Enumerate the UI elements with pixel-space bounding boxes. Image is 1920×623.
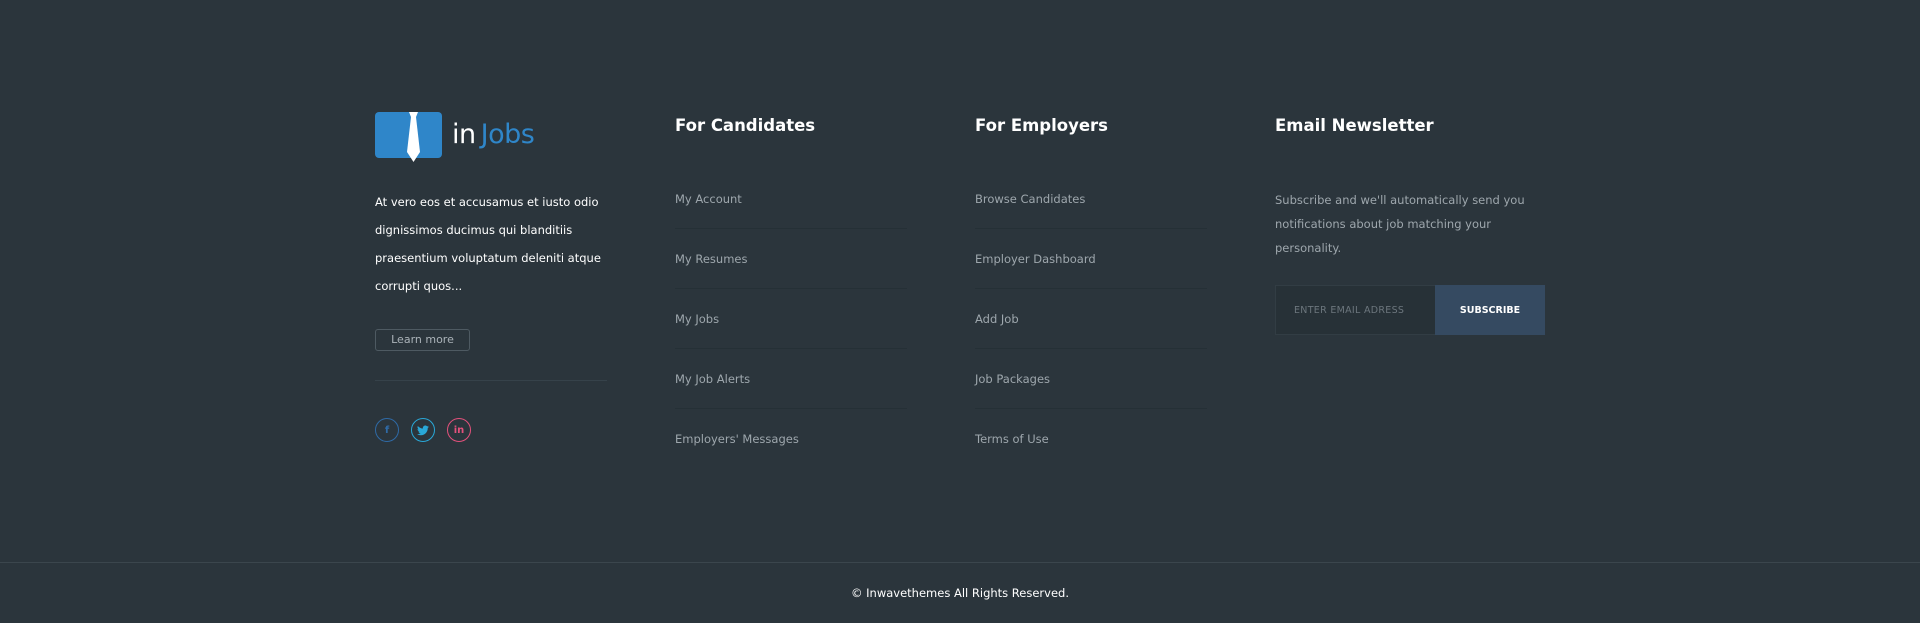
linkedin-icon[interactable]: in — [447, 418, 471, 442]
link-job-packages[interactable]: Job Packages — [975, 349, 1207, 409]
footer-logo[interactable]: in Jobs — [375, 110, 575, 162]
link-my-job-alerts[interactable]: My Job Alerts — [675, 349, 907, 409]
link-my-resumes[interactable]: My Resumes — [675, 229, 907, 289]
link-my-account[interactable]: My Account — [675, 169, 907, 229]
about-text: At vero eos et accusamus et iusto odio d… — [375, 195, 601, 293]
learn-more-button[interactable]: Learn more — [375, 329, 470, 351]
newsletter-title: Email Newsletter — [1275, 116, 1434, 135]
logo-prefix: in — [452, 119, 476, 150]
link-add-job[interactable]: Add Job — [975, 289, 1207, 349]
divider — [375, 380, 607, 381]
subscribe-button[interactable]: SUBSCRIBE — [1435, 285, 1545, 335]
link-my-jobs[interactable]: My Jobs — [675, 289, 907, 349]
employers-title: For Employers — [975, 116, 1108, 135]
logo-name: Jobs — [480, 119, 535, 150]
candidates-links: My Account My Resumes My Jobs My Job Ale… — [675, 169, 907, 469]
email-input[interactable] — [1275, 285, 1435, 335]
social-links: f in — [375, 418, 471, 442]
facebook-icon[interactable]: f — [375, 418, 399, 442]
candidates-title: For Candidates — [675, 116, 816, 135]
site-footer: in Jobs At vero eos et accusamus et iusto… — [0, 0, 1920, 623]
twitter-icon[interactable] — [411, 418, 435, 442]
newsletter-form: SUBSCRIBE — [1275, 285, 1545, 335]
logo-text: in Jobs — [452, 112, 535, 158]
employers-links: Browse Candidates Employer Dashboard Add… — [975, 169, 1207, 469]
link-employer-dashboard[interactable]: Employer Dashboard — [975, 229, 1207, 289]
tie-icon — [375, 112, 442, 162]
link-employers-messages[interactable]: Employers' Messages — [675, 409, 907, 469]
newsletter-text: Subscribe and we'll automatically send y… — [1275, 193, 1525, 255]
link-terms-of-use[interactable]: Terms of Use — [975, 409, 1207, 469]
bottom-divider — [0, 562, 1920, 563]
link-browse-candidates[interactable]: Browse Candidates — [975, 169, 1207, 229]
copyright-text: © Inwavethemes All Rights Reserved. — [851, 586, 1069, 600]
